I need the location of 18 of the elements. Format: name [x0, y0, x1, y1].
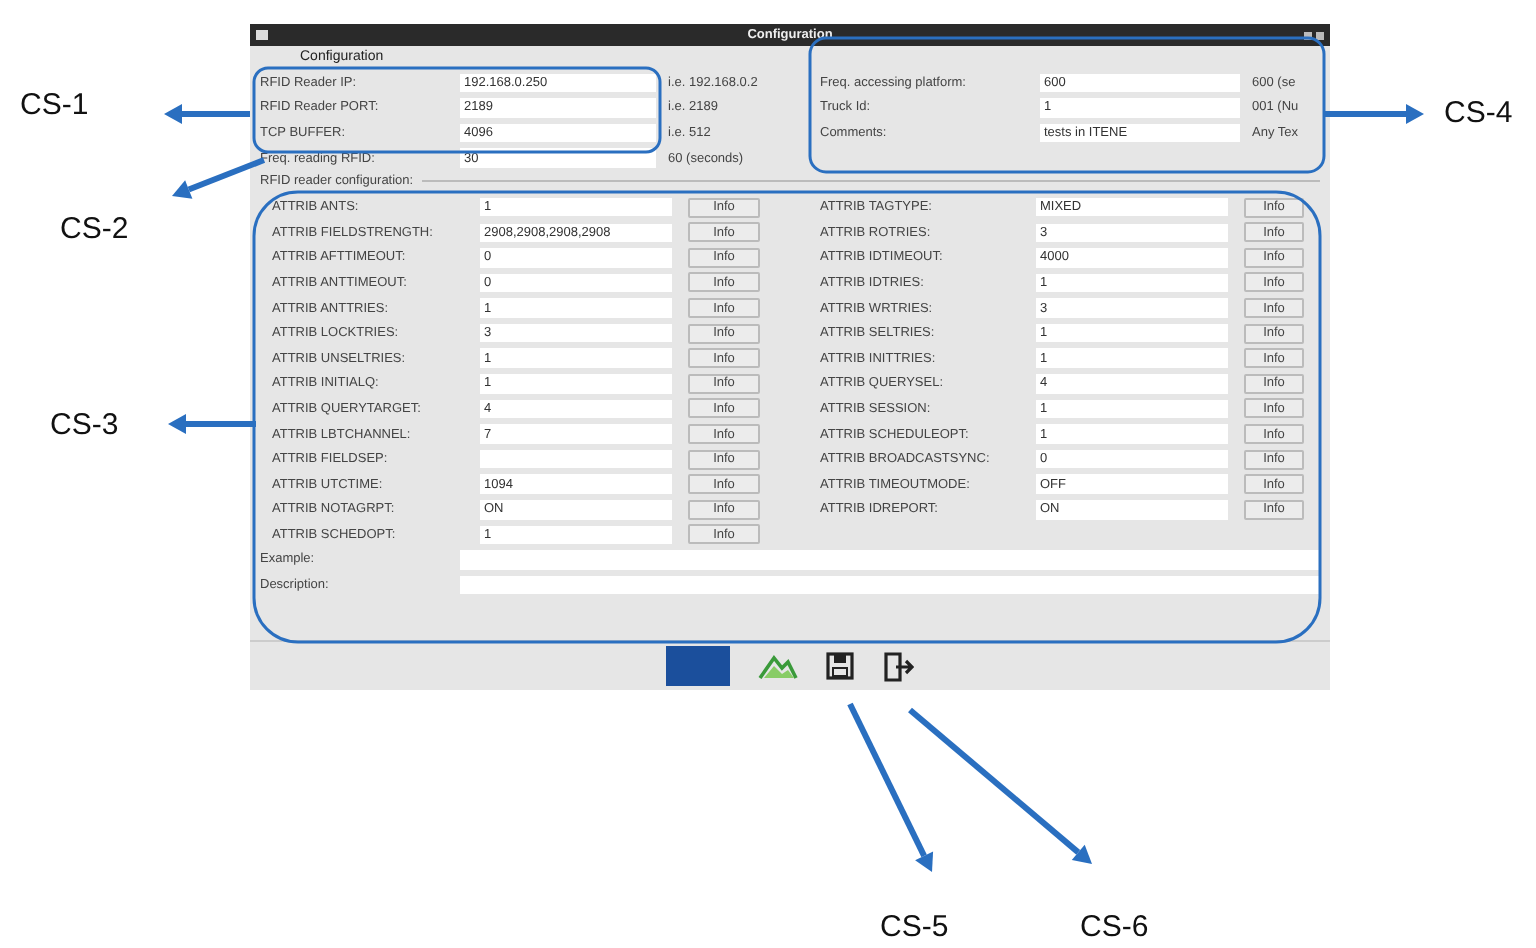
- exit-icon[interactable]: [882, 651, 914, 681]
- callout-label: CS-6: [1080, 910, 1149, 944]
- window-menu-icon[interactable]: [256, 30, 268, 40]
- callout-label: CS-3: [50, 408, 119, 442]
- save-icon[interactable]: [826, 652, 854, 680]
- flag-icon[interactable]: [666, 646, 730, 686]
- callout-label: CS-4: [1444, 96, 1513, 130]
- callout-arrow: [1324, 104, 1424, 124]
- callout-arrow: [168, 414, 256, 434]
- input-field[interactable]: [460, 550, 1320, 570]
- callout-arrow: [164, 104, 250, 124]
- callout-label: CS-2: [60, 212, 129, 246]
- mountain-icon[interactable]: [758, 652, 798, 680]
- callout-label: CS-5: [880, 910, 949, 944]
- callout-label: CS-1: [20, 88, 89, 122]
- attribute-field[interactable]: [480, 449, 672, 469]
- window-controls-icon[interactable]: [1304, 31, 1324, 39]
- input-field[interactable]: [460, 575, 1320, 595]
